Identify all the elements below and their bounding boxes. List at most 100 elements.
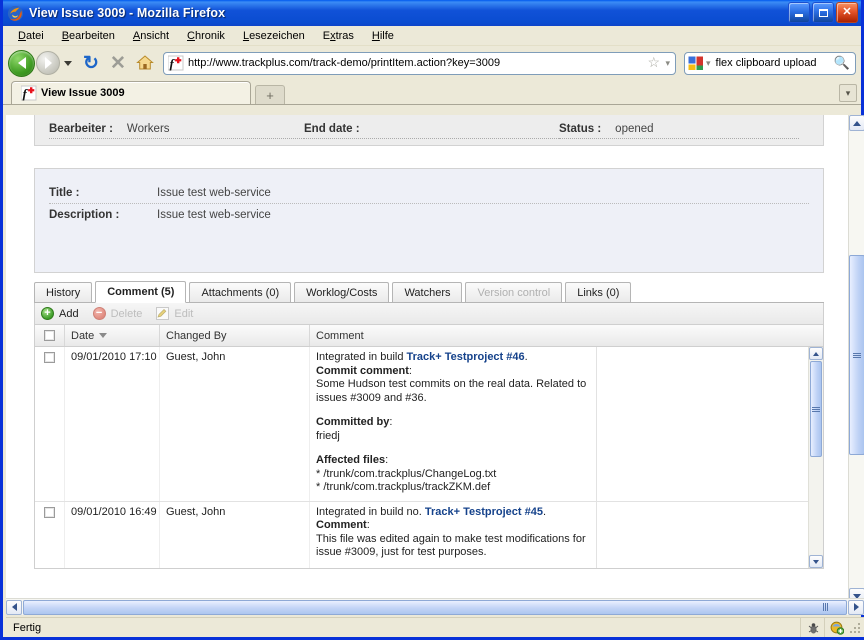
affected-file-item: * /trunk/com.trackplus/trackZKM.def (316, 481, 588, 495)
affected-files-label: Affected files (316, 454, 385, 466)
comment-intro: Integrated in build no. Track+ Testproje… (316, 506, 588, 520)
comment-grid-body: 09/01/2010 17:10 Guest, John Integrated … (34, 347, 824, 569)
issue-body-card: Title : Issue test web-service Descripti… (34, 168, 824, 273)
page-vertical-scrollbar[interactable] (848, 115, 864, 604)
navigation-toolbar: ↻ ✕ f http://www.trackplus.com/track-dem… (3, 46, 861, 80)
menu-label-extras: tras (336, 30, 354, 42)
bookmark-star-icon[interactable]: ☆ (647, 56, 661, 70)
trackplus-favicon: f (168, 55, 184, 71)
browser-tab-view-issue[interactable]: f View Issue 3009 (11, 81, 251, 104)
column-label-comment: Comment (316, 330, 364, 342)
tab-watchers[interactable]: Watchers (392, 282, 462, 302)
chevron-down-icon[interactable] (64, 61, 72, 66)
affected-file-item: * /trunk/com.trackplus/ChangeLog.txt (316, 468, 588, 482)
search-icon[interactable]: 🔍 (834, 55, 850, 71)
row-checkbox[interactable] (44, 507, 55, 518)
tab-label: Attachments (0) (201, 287, 279, 299)
grid-scroll-thumb[interactable] (810, 361, 822, 457)
browser-tab-strip: f View Issue 3009 + ▾ (3, 80, 861, 105)
new-tab-button[interactable]: + (255, 85, 285, 104)
shield-icon[interactable] (824, 618, 848, 637)
row-checkbox-cell[interactable] (35, 347, 65, 501)
tab-label: Watchers (404, 287, 450, 299)
menu-label-bearbeiten: earbeiten (69, 30, 115, 42)
bug-icon[interactable] (800, 618, 824, 637)
menu-item-ansicht[interactable]: Ansicht (124, 28, 178, 44)
select-all-checkbox[interactable] (44, 330, 55, 341)
trackplus-favicon: f (21, 85, 37, 101)
resize-grip[interactable] (848, 621, 862, 635)
menu-item-hilfe[interactable]: Hilfe (363, 28, 403, 44)
page-scroll-right-button[interactable] (848, 600, 864, 615)
tab-list-button[interactable]: ▾ (839, 84, 857, 102)
page-hscroll-thumb[interactable] (23, 600, 847, 615)
url-text[interactable]: http://www.trackplus.com/track-demo/prin… (188, 57, 647, 69)
comment-section-3-heading: Affected files: (316, 454, 588, 468)
back-arrow-icon[interactable] (8, 50, 35, 77)
field-label-bearbeiter: Bearbeiter : (49, 123, 113, 135)
home-icon[interactable] (133, 51, 157, 75)
colon: : (367, 519, 370, 531)
tab-comment[interactable]: Comment (5) (95, 281, 186, 303)
page-scroll-thumb[interactable] (849, 255, 864, 455)
add-button[interactable]: + Add (41, 307, 79, 320)
search-input[interactable]: flex clipboard upload (711, 57, 834, 69)
tab-history[interactable]: History (34, 282, 92, 302)
sort-descending-icon (99, 333, 107, 338)
maximize-button[interactable] (812, 2, 834, 23)
tab-attachments[interactable]: Attachments (0) (189, 282, 291, 302)
tab-label: Version control (477, 287, 550, 299)
add-button-label: Add (59, 308, 79, 320)
reload-icon[interactable]: ↻ (79, 51, 103, 75)
page-horizontal-scrollbar[interactable] (6, 598, 864, 615)
menu-item-chronik[interactable]: Chronik (178, 28, 234, 44)
menu-item-datei[interactable]: Datei (9, 28, 53, 44)
comment-section-1-heading: Commit comment: (316, 365, 588, 379)
column-header-date[interactable]: Date (65, 325, 160, 346)
field-divider (559, 138, 799, 139)
grid-scroll-up-button[interactable] (809, 347, 823, 360)
minimize-button[interactable] (788, 2, 810, 23)
stop-icon[interactable]: ✕ (106, 51, 130, 75)
grid-vertical-scrollbar[interactable] (808, 347, 823, 568)
select-all-checkbox-cell[interactable] (35, 325, 65, 346)
field-label-title: Title : (49, 187, 157, 199)
column-label-date: Date (71, 330, 94, 342)
column-header-changed-by[interactable]: Changed By (160, 325, 310, 346)
menu-item-lesezeichen[interactable]: Lesezeichen (234, 28, 314, 44)
build-link[interactable]: Track+ Testproject #46 (407, 351, 525, 363)
tab-links[interactable]: Links (0) (565, 282, 631, 302)
menu-item-bearbeiten[interactable]: Bearbeiten (53, 28, 124, 44)
edit-button-label: Edit (174, 308, 193, 320)
comment-intro-prefix: Integrated in build no. (316, 506, 425, 518)
browser-tab-label: View Issue 3009 (41, 87, 125, 99)
grid-scroll-down-button[interactable] (809, 555, 823, 568)
tab-label: Comment (5) (107, 286, 174, 298)
table-row[interactable]: 09/01/2010 17:10 Guest, John Integrated … (35, 347, 823, 502)
row-checkbox[interactable] (44, 352, 55, 363)
issue-detail-tabs-area: History Comment (5) Attachments (0) Work… (34, 281, 824, 569)
field-value-description: Issue test web-service (157, 209, 271, 221)
search-bar[interactable]: ▾ flex clipboard upload 🔍 (684, 52, 856, 75)
field-label-end-date: End date : (304, 123, 360, 135)
cell-changed-by: Guest, John (160, 347, 310, 501)
column-header-comment[interactable]: Comment (310, 325, 823, 346)
menu-item-extras[interactable]: Extras (314, 28, 363, 44)
page-scroll-left-button[interactable] (6, 600, 22, 615)
field-label-status: Status : (559, 123, 601, 135)
table-row[interactable]: 09/01/2010 16:49 Guest, John Integrated … (35, 502, 823, 570)
forward-arrow-icon[interactable] (36, 51, 60, 75)
firefox-window: View Issue 3009 - Mozilla Firefox ✕ Date… (0, 0, 864, 640)
comment-section-2-text: friedj (316, 430, 588, 444)
close-button[interactable]: ✕ (836, 2, 858, 23)
tab-worklog-costs[interactable]: Worklog/Costs (294, 282, 389, 302)
colon: : (409, 365, 412, 377)
row-checkbox-cell[interactable] (35, 502, 65, 570)
edit-icon (156, 307, 169, 320)
build-link[interactable]: Track+ Testproject #45 (425, 506, 543, 518)
url-bar[interactable]: f http://www.trackplus.com/track-demo/pr… (163, 52, 676, 75)
status-bar: Fertig (6, 617, 864, 637)
field-value-status: opened (615, 123, 653, 135)
url-dropdown-icon[interactable]: ▾ (665, 58, 670, 69)
page-scroll-up-button[interactable] (849, 115, 864, 131)
